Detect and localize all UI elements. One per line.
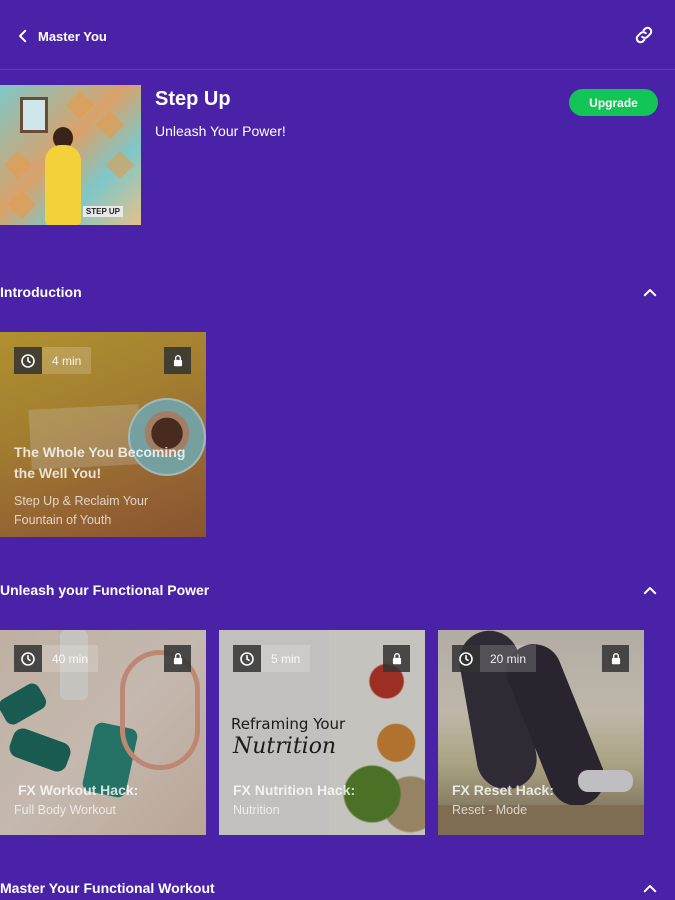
chevron-up-icon[interactable] (641, 582, 659, 600)
section-title-introduction: Introduction (0, 284, 82, 300)
duration-label: 4 min (42, 347, 92, 374)
chevron-up-icon[interactable] (641, 284, 659, 302)
back-button[interactable]: Master You (14, 24, 107, 48)
session-card[interactable]: 4 min The Whole You Becoming the Well Yo… (0, 332, 206, 537)
duration-label: 40 min (42, 645, 99, 672)
clock-icon (14, 645, 42, 672)
program-thumbnail: STEP UP (0, 85, 141, 225)
lock-icon (383, 645, 410, 672)
card-title: FX Nutrition Hack: (233, 782, 356, 798)
program-subtitle: Unleash Your Power! (155, 123, 286, 139)
link-icon[interactable] (633, 24, 655, 46)
thumbnail-sign: STEP UP (82, 206, 123, 217)
lock-icon (602, 645, 629, 672)
session-card[interactable]: 20 min FX Reset Hack: Reset - Mode (438, 630, 644, 835)
lock-icon (164, 347, 191, 374)
card-subtitle: Step Up & Reclaim Your Fountain of Youth (14, 494, 149, 527)
session-card[interactable]: Reframing Your Nutrition 5 min FX Nutrit… (219, 630, 425, 835)
section-title-functional-power: Unleash your Functional Power (0, 582, 210, 598)
card-title: The Whole You Becoming the Well You! (14, 444, 186, 481)
card-title: FX Workout Hack: (18, 782, 139, 798)
clock-icon (452, 645, 480, 672)
card-title: FX Reset Hack: (452, 782, 554, 798)
duration-label: 20 min (480, 645, 537, 672)
card-subtitle: Reset - Mode (452, 803, 528, 817)
chevron-up-icon[interactable] (641, 880, 659, 898)
program-title: Step Up (155, 88, 231, 110)
section-title-functional-workout: Master Your Functional Workout (0, 880, 215, 896)
chevron-left-icon (19, 29, 27, 43)
lock-icon (164, 645, 191, 672)
card-subtitle: Nutrition (233, 803, 280, 817)
card-subtitle: Full Body Workout (14, 803, 116, 817)
duration-label: 5 min (261, 645, 311, 672)
upgrade-button[interactable]: Upgrade (569, 89, 658, 116)
page-title: Master You (38, 28, 107, 44)
clock-icon (233, 645, 261, 672)
session-card[interactable]: 40 min FX Workout Hack: Full Body Workou… (0, 630, 206, 835)
clock-icon (14, 347, 42, 374)
top-bar: Master You (0, 0, 675, 70)
